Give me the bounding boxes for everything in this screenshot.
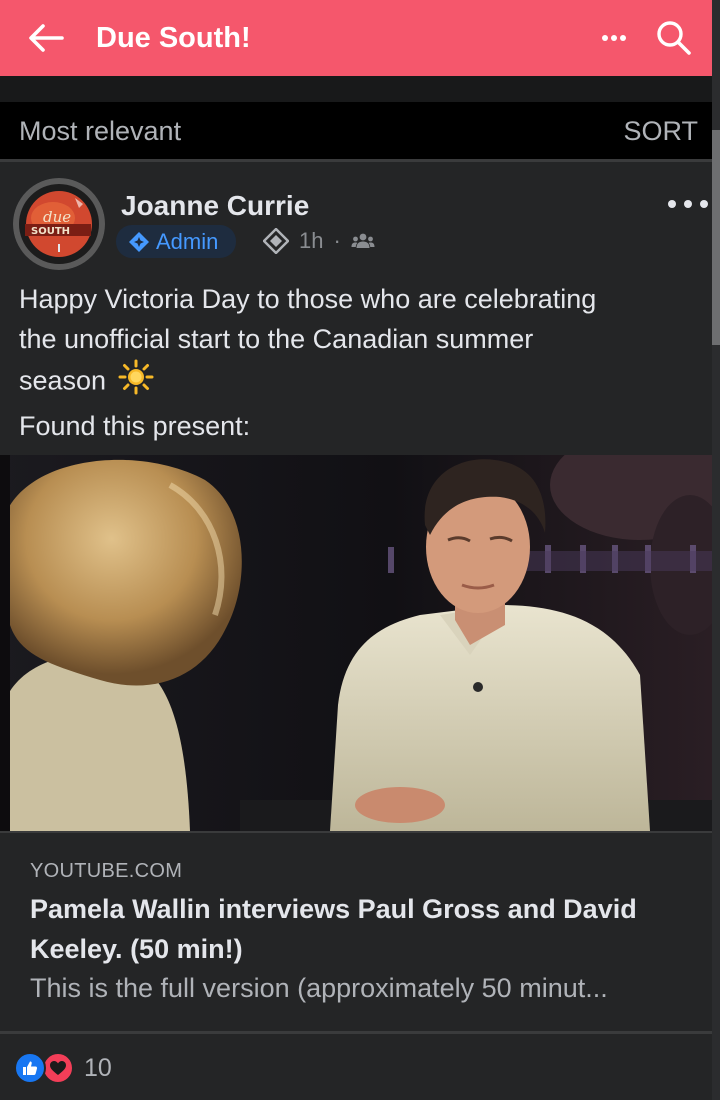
app-header: Due South! xyxy=(0,0,712,76)
post-text-segment: season xyxy=(19,365,107,396)
post-text-line: Happy Victoria Day to those who are cele… xyxy=(19,284,597,314)
dot xyxy=(684,200,692,208)
reaction-count: 10 xyxy=(84,1053,112,1082)
meta-separator: · xyxy=(333,228,341,253)
svg-text:due: due xyxy=(43,208,71,226)
post-meta: 1h · xyxy=(263,226,375,256)
link-domain: YOUTUBE.COM xyxy=(30,860,183,882)
arrow-left-icon xyxy=(29,24,64,52)
divider xyxy=(0,1031,712,1034)
search-button[interactable] xyxy=(644,0,704,76)
section-divider xyxy=(0,76,712,102)
admin-shield-icon xyxy=(129,231,149,252)
post-text-line: Found this present: xyxy=(19,411,251,441)
more-horizontal-icon xyxy=(602,35,626,41)
sort-current-label[interactable]: Most relevant xyxy=(19,116,181,147)
badge-label: Admin xyxy=(156,228,219,254)
post-body: Happy Victoria Day to those who are cele… xyxy=(19,279,699,446)
back-button[interactable] xyxy=(14,0,78,76)
love-icon xyxy=(42,1052,74,1084)
author-name[interactable]: Joanne Currie xyxy=(121,190,309,222)
scrollbar-thumb[interactable] xyxy=(712,130,720,345)
more-options-button[interactable] xyxy=(584,0,644,76)
reactions-summary[interactable]: 10 xyxy=(14,1050,112,1086)
link-title[interactable]: Pamela Wallin interviews Paul Gross and … xyxy=(30,889,690,969)
link-card[interactable]: YOUTUBE.COM Pamela Wallin interviews Pau… xyxy=(0,831,712,1031)
post-options-button[interactable] xyxy=(668,192,708,216)
admin-badge: Admin xyxy=(116,225,237,258)
avatar[interactable]: due SOUTH xyxy=(13,178,105,270)
post-time[interactable]: 1h xyxy=(299,228,323,254)
sun-icon xyxy=(118,359,154,406)
post-card: due SOUTH Joanne Currie Admin 1h · Happy… xyxy=(0,162,712,1100)
post-text-line: season xyxy=(19,359,699,406)
sort-bar: Most relevant SORT xyxy=(0,102,712,160)
dot xyxy=(700,200,708,208)
search-icon xyxy=(657,21,691,55)
group-icon xyxy=(351,233,375,248)
svg-text:SOUTH: SOUTH xyxy=(31,226,70,237)
link-description: This is the full version (approximately … xyxy=(30,973,608,1003)
link-preview-image[interactable] xyxy=(0,455,712,831)
featured-badge-icon xyxy=(263,228,289,254)
sort-button[interactable]: SORT xyxy=(623,116,698,147)
post-text-line: the unofficial start to the Canadian sum… xyxy=(19,324,534,354)
group-title: Due South! xyxy=(96,21,251,54)
dot xyxy=(668,200,676,208)
like-icon xyxy=(14,1052,46,1084)
